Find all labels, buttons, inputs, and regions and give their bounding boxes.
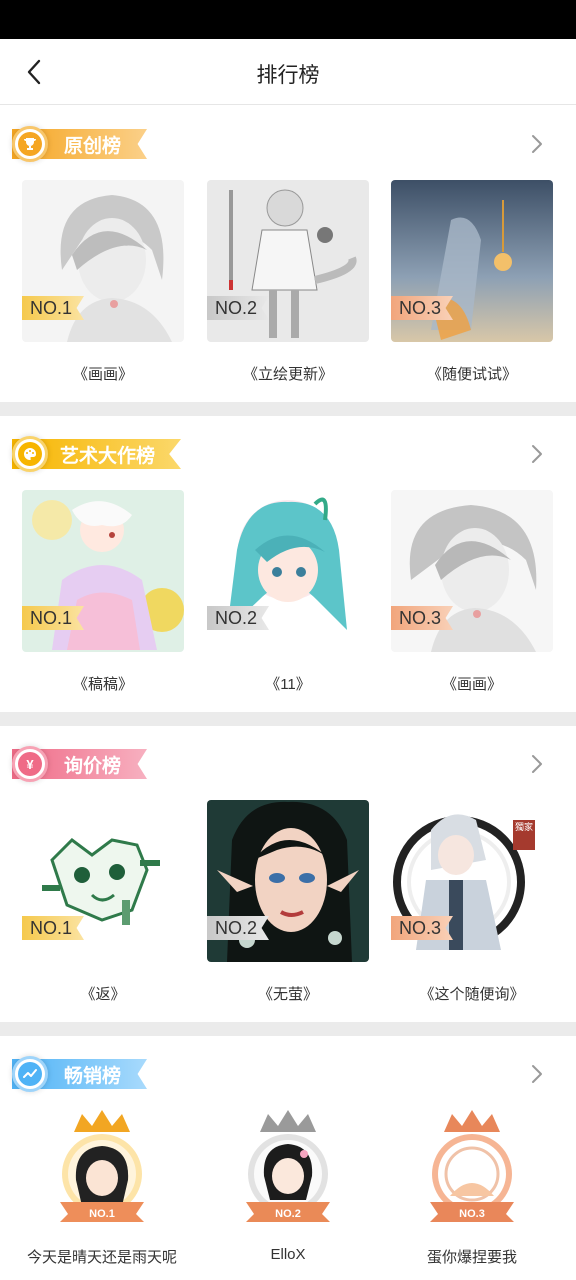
seller-name: 蛋你爆捏要我	[426, 1249, 517, 1266]
nav-header: 排行榜	[0, 39, 576, 105]
rank-tag: NO.1	[22, 296, 84, 320]
artwork-title: 《画画》	[72, 366, 133, 383]
rank-tag: NO.2	[207, 916, 269, 940]
section-divider	[0, 712, 576, 726]
artwork-title: 《稿稿》	[72, 676, 133, 693]
silver-crown-avatar: NO.2	[246, 1110, 330, 1222]
seller-name: ElloX	[270, 1246, 306, 1263]
artwork-title: 《立绘更新》	[242, 366, 333, 383]
section-badge: 艺术大作榜	[12, 436, 182, 472]
chevron-right-icon[interactable]	[526, 132, 548, 156]
trend-icon	[12, 1056, 48, 1092]
rank-tag: NO.2	[207, 606, 269, 630]
artwork-title: 《随便试试》	[426, 366, 517, 383]
section-original-ranking: 原创榜 NO.1 《画画》 NO.2 《立绘更新》 NO.3 《随便试试》	[0, 106, 576, 402]
rank-tag: NO.3	[391, 296, 453, 320]
artwork-title: 《返》	[80, 986, 126, 1003]
seller-rank: NO.3	[459, 1208, 485, 1220]
rank-tag: NO.2	[207, 296, 269, 320]
page-title: 排行榜	[256, 64, 320, 87]
rank-tag: NO.1	[22, 916, 84, 940]
bronze-crown-avatar: NO.3	[430, 1110, 514, 1222]
palette-icon	[12, 436, 48, 472]
artwork-title: 《画画》	[441, 676, 502, 693]
section-inquiry-ranking: ¥ 询价榜 NO.1 《返》 NO.2 《无萤》 獨家 NO.3 《这个随便询》	[0, 726, 576, 1022]
seller-name: 今天是晴天还是雨天呢	[26, 1249, 177, 1266]
chevron-right-icon[interactable]	[526, 1062, 548, 1086]
rank-tag: NO.3	[391, 606, 453, 630]
artwork-title: 《无萤》	[257, 986, 318, 1003]
artwork-title: 《这个随便询》	[419, 986, 525, 1003]
rank-tag: NO.1	[22, 606, 84, 630]
trophy-icon	[12, 126, 48, 162]
section-art-ranking: 艺术大作榜 NO.1 《稿稿》 NO.2 《11》 NO.3 《画画》	[0, 416, 576, 712]
section-divider	[0, 402, 576, 416]
seal-stamp: 獨家	[515, 823, 534, 833]
gold-crown-avatar: NO.1	[60, 1110, 144, 1222]
section-badge: 畅销榜	[12, 1056, 148, 1092]
section-badge: 原创榜	[12, 126, 148, 162]
section-bestseller-ranking: 畅销榜 NO.1 今天是晴天还是雨天呢 NO.2 ElloX NO.3 蛋你爆捏…	[0, 1036, 576, 1280]
seller-rank: NO.2	[275, 1208, 301, 1220]
seller-rank: NO.1	[89, 1208, 115, 1220]
chevron-right-icon[interactable]	[526, 752, 548, 776]
rank-tag: NO.3	[391, 916, 453, 940]
status-bar	[0, 0, 576, 39]
yen-icon: ¥	[12, 746, 48, 782]
section-divider	[0, 1022, 576, 1036]
artwork-title: 《11》	[265, 676, 311, 693]
chevron-right-icon[interactable]	[526, 442, 548, 466]
section-badge: ¥ 询价榜	[12, 746, 148, 782]
